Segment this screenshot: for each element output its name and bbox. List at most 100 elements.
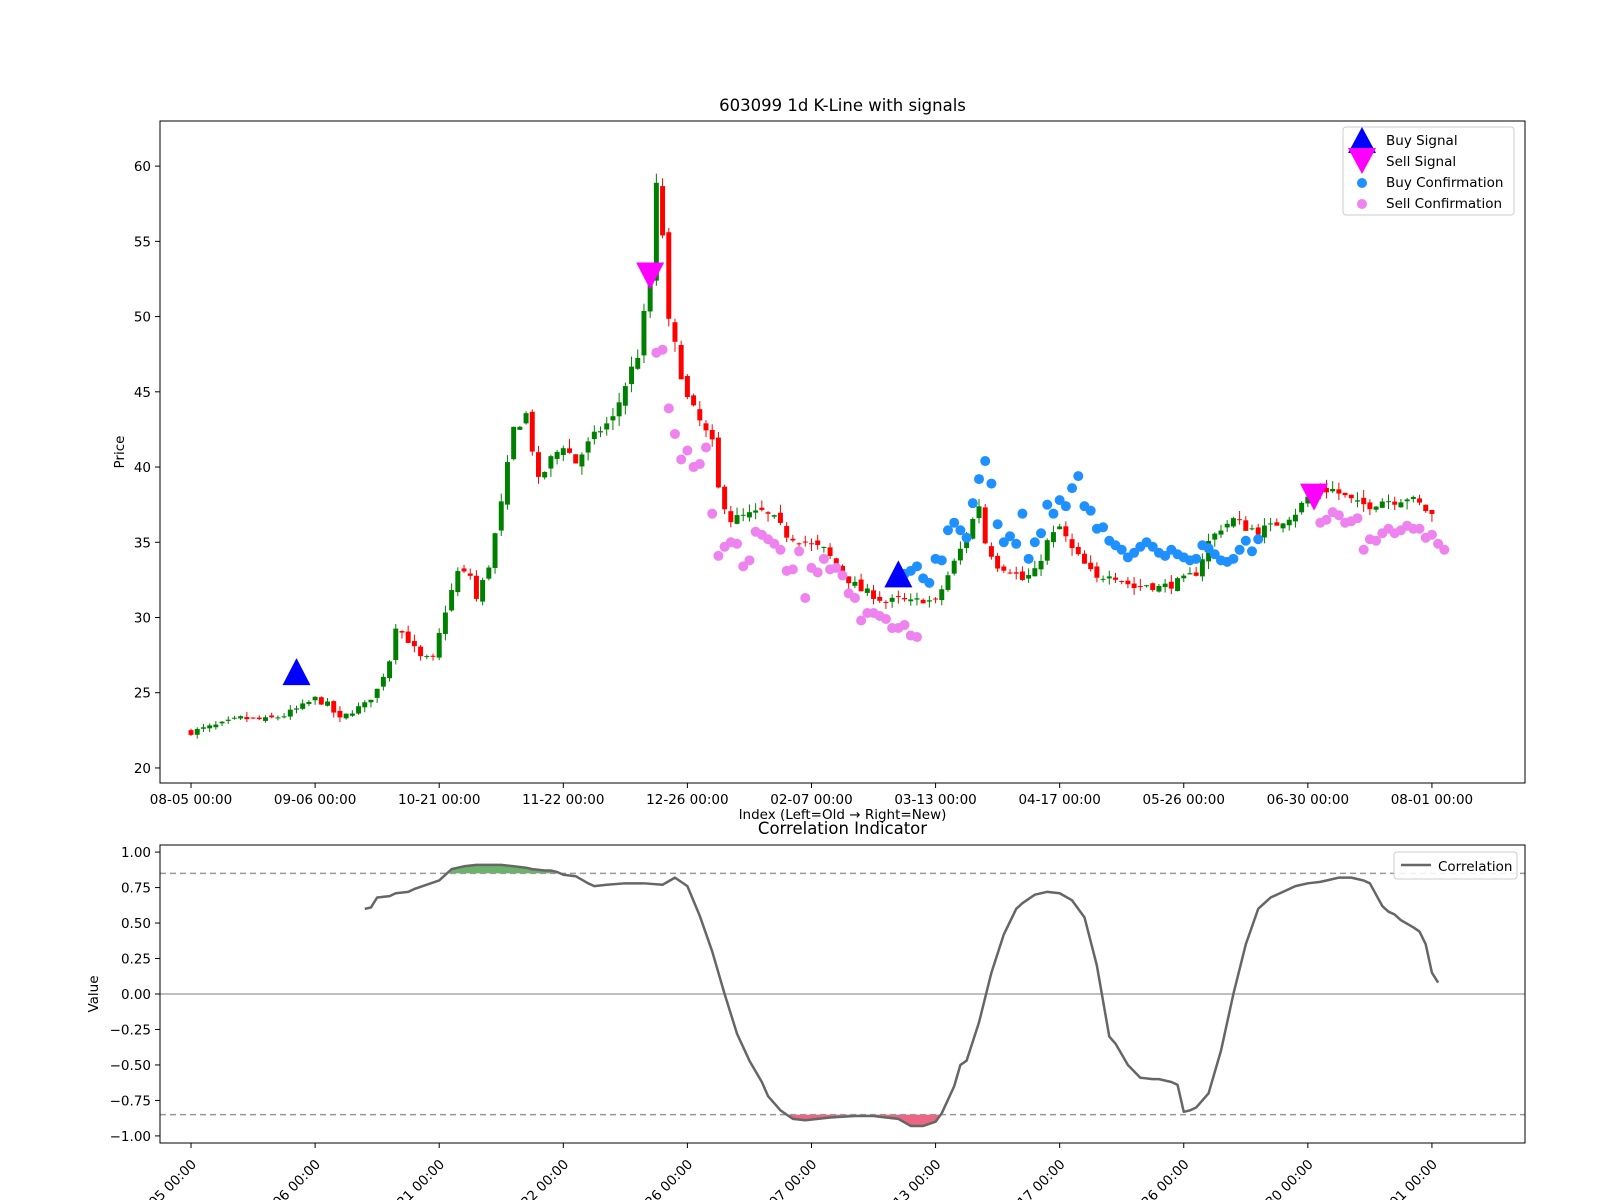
sell-confirmation-point (694, 459, 705, 470)
candle-body (858, 579, 864, 592)
candle-body (560, 448, 566, 456)
kline-xtick-label: 11-22 00:00 (522, 792, 604, 808)
candle-body (349, 713, 355, 716)
candle-body (449, 590, 455, 611)
figure: 603099 1d K-Line with signals 20 25 30 35 40… (86, 96, 1526, 1200)
candle-body (1075, 546, 1081, 555)
candle-body (622, 386, 628, 406)
buy-confirmation-point (1073, 471, 1084, 482)
legend-label: Sell Signal (1386, 154, 1456, 170)
candle-body (511, 426, 517, 460)
buy-confirmation-point (936, 555, 947, 566)
buy-confirmation-point (911, 561, 922, 572)
correlation-ytick-label: 1.00 (121, 845, 151, 861)
buy-confirmation-point (1067, 483, 1078, 494)
candle-body (1348, 494, 1354, 499)
kline-xtick-label: 09-06 00:00 (274, 792, 356, 808)
candle-body (616, 402, 622, 417)
candle-body (281, 716, 287, 718)
candle-body (1280, 523, 1286, 529)
candle-body (1001, 566, 1007, 571)
correlation-y-ticks: 1.00 0.75 0.50 0.25 0.00 −0.25 −0.50 −0.75 −1.00 (110, 845, 160, 1145)
correlation-legend: Correlation (1393, 851, 1518, 880)
kline-ytick-label: 40 (134, 460, 151, 476)
candle-body (1212, 533, 1218, 540)
buy-confirmation-point (1036, 528, 1047, 539)
candle-body (1404, 499, 1410, 502)
correlation-xtick-label: 09-06 00:00 (254, 1157, 324, 1200)
candle-body (312, 696, 318, 701)
candle-body (318, 697, 324, 705)
buy-confirmation-point (1240, 535, 1251, 546)
candle-body (1088, 562, 1094, 570)
sell-confirmation-point (663, 403, 674, 414)
sell-confirmation-point (812, 567, 823, 578)
candle-body (1050, 532, 1056, 543)
candle-body (213, 724, 219, 728)
buy-confirmation-point (961, 532, 972, 543)
candle-body (585, 441, 591, 453)
sell-signal-marker (636, 262, 665, 290)
candle-body (442, 612, 448, 634)
sell-confirmation-point (787, 564, 798, 575)
candle-body (548, 456, 554, 469)
candle-body (1299, 502, 1305, 513)
candle-body (684, 375, 690, 398)
candle-body (1224, 523, 1230, 528)
sell-confirmation-point (1439, 544, 1450, 555)
correlation-y-axis-label: Value (86, 975, 102, 1012)
sell-confirmation-point (744, 555, 755, 566)
sell-confirmation-point (732, 538, 743, 549)
candle-body (908, 599, 914, 602)
candle-body (796, 543, 802, 545)
candle-body (746, 512, 752, 518)
candle-body (920, 599, 926, 604)
buy-confirmation-point (1011, 538, 1022, 549)
correlation-xtick-label: 05-26 00:00 (1123, 1157, 1193, 1200)
candle-body (1429, 509, 1435, 514)
candle-body (629, 366, 635, 385)
candle-body (715, 437, 721, 488)
candle-body (1342, 492, 1348, 496)
candle-body (461, 568, 467, 572)
candle-body (256, 717, 262, 720)
candle-body (1261, 525, 1267, 538)
sell-confirmation-point (911, 632, 922, 643)
correlation-xtick-label: 11-22 00:00 (503, 1157, 573, 1200)
kline-xtick-label: 08-01 00:00 (1391, 792, 1473, 808)
candle-body (1386, 501, 1391, 503)
candle-body (1137, 586, 1143, 588)
candle-body (784, 526, 790, 538)
candle-body (219, 721, 225, 724)
kline-ytick-label: 30 (134, 611, 151, 627)
correlation-title: Correlation Indicator (758, 819, 927, 838)
candle-body (604, 423, 610, 430)
candle-body (1007, 572, 1013, 574)
buy-confirmation-point (1191, 553, 1202, 564)
candle-body (1156, 585, 1162, 592)
candle-body (697, 409, 703, 421)
candle-body (957, 548, 963, 561)
candle-body (703, 423, 709, 431)
candle-body (1249, 528, 1255, 530)
candle-body (523, 413, 529, 424)
candle-body (517, 426, 523, 430)
kline-panel: 603099 1d K-Line with signals 20 25 30 35 40… (112, 96, 1526, 823)
correlation-xtick-label: 12-26 00:00 (627, 1157, 697, 1200)
buy-confirmation-point (986, 478, 997, 489)
candle-body (678, 344, 684, 380)
candle-body (1361, 497, 1367, 505)
kline-ytick-label: 55 (134, 234, 151, 250)
candle-body (902, 597, 908, 600)
correlation-series (364, 863, 1440, 1128)
candle-body (492, 533, 498, 568)
candle-body (914, 598, 920, 600)
correlation-ytick-label: 0.25 (121, 952, 151, 968)
kline-y-axis-label: Price (112, 436, 128, 469)
candle-body (728, 511, 734, 523)
candle-body (610, 416, 616, 421)
candle-body (666, 232, 672, 319)
candle-body (269, 715, 275, 718)
sell-confirmation-point (657, 344, 668, 355)
buy-confirmation-point (1023, 553, 1034, 564)
